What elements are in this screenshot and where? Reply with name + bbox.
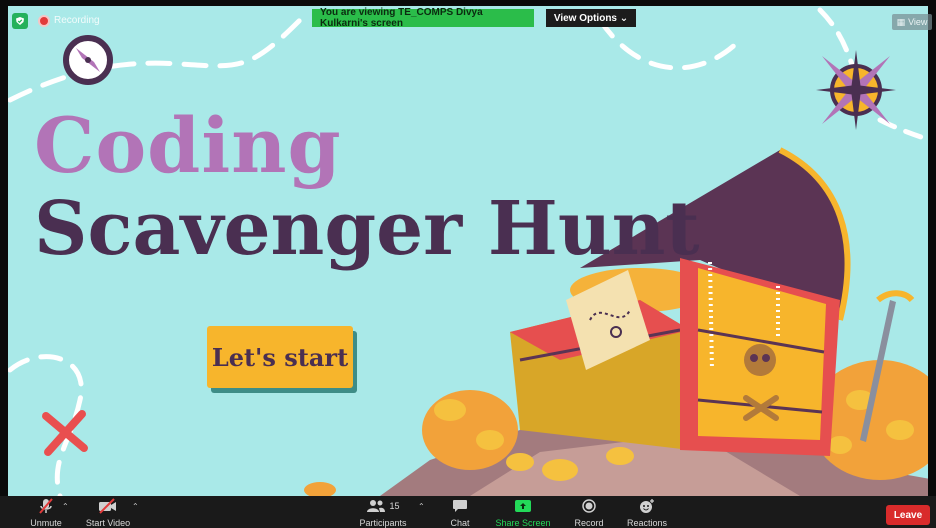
- view-button-label: View: [908, 17, 928, 27]
- reactions-label: Reactions: [626, 518, 668, 528]
- compass-rose-icon: [816, 50, 896, 130]
- meeting-toolbar: Unmute ⌃ Start Video ⌃ 15 Participants ⌃…: [0, 496, 936, 528]
- video-options-caret-icon[interactable]: ⌃: [132, 502, 139, 511]
- slide-title-line1: Coding: [34, 101, 342, 190]
- unmute-label: Unmute: [30, 518, 62, 528]
- reactions-smiley-icon: [639, 496, 655, 516]
- chat-label: Chat: [450, 518, 470, 528]
- zoom-meeting-window: Coding Scavenger Hunt Let's start Record…: [0, 0, 936, 528]
- share-screen-icon: [514, 496, 532, 516]
- slide-title-line2: Scavenger Hunt: [34, 186, 700, 272]
- screen-border-left: [0, 0, 8, 496]
- screen-border-top: [0, 0, 936, 6]
- participants-icon: [367, 500, 386, 512]
- chat-icon: [452, 496, 468, 516]
- participants-button[interactable]: 15 Participants: [354, 496, 412, 528]
- recording-label: Recording: [54, 15, 100, 26]
- reactions-button[interactable]: Reactions: [626, 496, 668, 528]
- participants-count: 15: [389, 501, 400, 511]
- view-grid-icon: ▦: [896, 16, 906, 27]
- shared-screen-area: Coding Scavenger Hunt Let's start: [0, 0, 936, 496]
- viewing-screen-banner: You are viewing TE_COMPS Divya Kulkarni'…: [312, 7, 534, 29]
- view-button[interactable]: ▦ View: [892, 14, 932, 30]
- record-icon: [582, 496, 596, 516]
- microphone-muted-icon: [38, 496, 54, 516]
- audio-options-caret-icon[interactable]: ⌃: [62, 502, 69, 511]
- record-button[interactable]: Record: [572, 496, 606, 528]
- share-screen-button[interactable]: Share Screen: [495, 496, 551, 528]
- participants-label: Participants: [359, 518, 407, 528]
- participants-caret-icon[interactable]: ⌃: [418, 502, 425, 511]
- start-video-button[interactable]: Start Video: [84, 496, 132, 528]
- compass-icon: [63, 35, 113, 85]
- lets-start-button[interactable]: Let's start: [207, 326, 353, 388]
- start-video-label: Start Video: [85, 518, 131, 528]
- security-shield-icon[interactable]: [12, 13, 28, 29]
- unmute-button[interactable]: Unmute: [26, 496, 66, 528]
- screen-border-right: [928, 0, 936, 496]
- chat-button[interactable]: Chat: [446, 496, 474, 528]
- video-off-icon: [98, 496, 118, 516]
- record-label: Record: [574, 518, 604, 528]
- leave-button[interactable]: Leave: [886, 505, 930, 525]
- view-options-button[interactable]: View Options ⌄: [546, 9, 636, 27]
- recording-dot-icon: [38, 15, 50, 27]
- share-screen-label: Share Screen: [495, 518, 551, 528]
- participants-icon-wrap: 15: [366, 496, 400, 516]
